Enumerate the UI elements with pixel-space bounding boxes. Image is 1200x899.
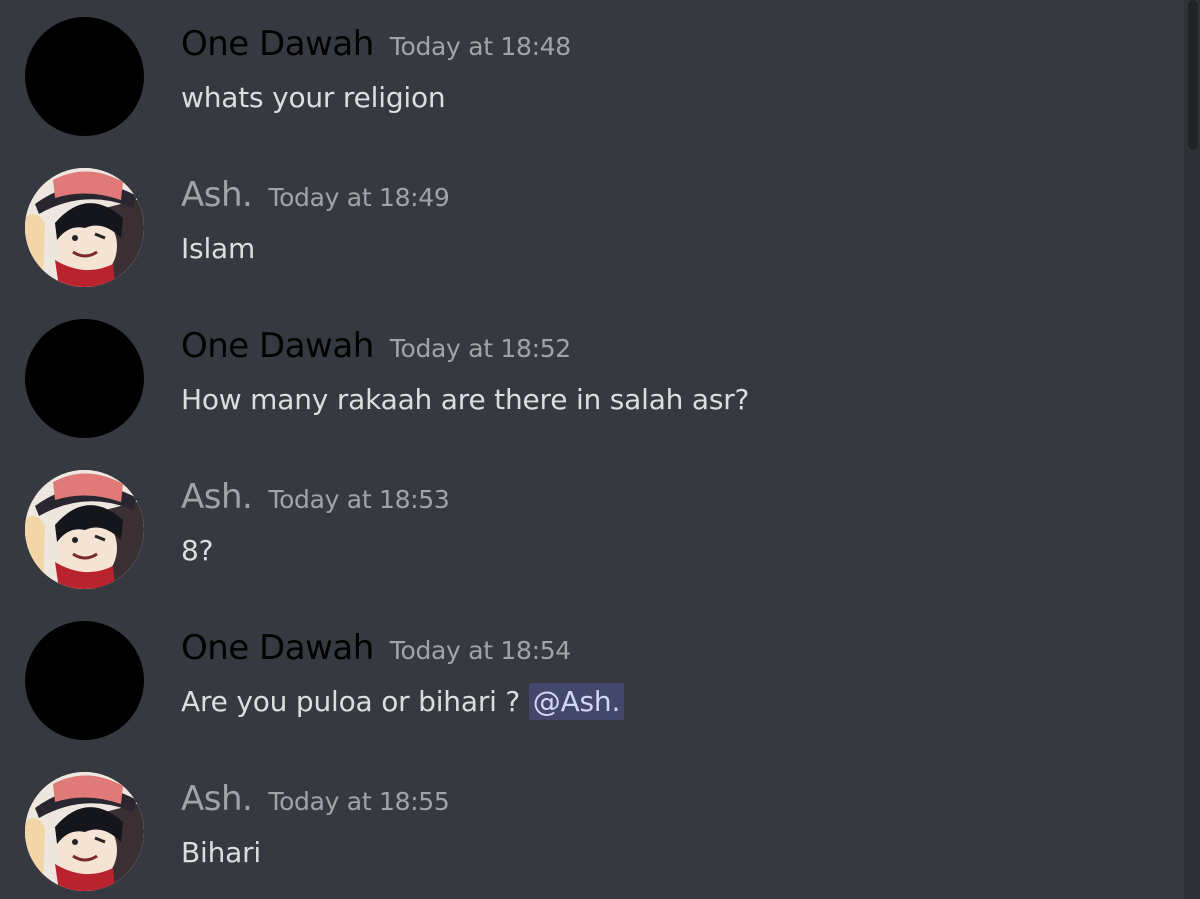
user-mention[interactable]: @Ash. [528, 683, 625, 720]
anime-character-avatar-icon [25, 470, 144, 589]
message-item: One Dawah Today at 18:48 whats your relig… [0, 0, 1180, 140]
user-avatar[interactable] [25, 470, 144, 589]
anime-character-avatar-icon [25, 168, 144, 287]
username[interactable]: One Dawah [181, 326, 374, 366]
message-item: Ash. Today at 18:49 Islam [0, 151, 1180, 291]
user-avatar[interactable] [25, 772, 144, 891]
message-header: Ash. Today at 18:55 [181, 779, 450, 823]
user-avatar[interactable] [25, 168, 144, 287]
timestamp: Today at 18:55 [268, 787, 450, 816]
message-header: One Dawah Today at 18:48 [181, 24, 571, 68]
message-header: One Dawah Today at 18:52 [181, 326, 571, 370]
chat-messages: One Dawah Today at 18:48 whats your relig… [0, 0, 1200, 899]
message-item: Ash. Today at 18:55 Bihari [0, 755, 1180, 895]
user-avatar[interactable] [25, 17, 144, 136]
message-text-body: Are you puloa or bihari ? [181, 685, 521, 718]
message-item: Ash. Today at 18:53 8? [0, 453, 1180, 593]
user-avatar[interactable] [25, 621, 144, 740]
timestamp: Today at 18:52 [389, 334, 571, 363]
message-header: Ash. Today at 18:53 [181, 477, 450, 521]
username[interactable]: Ash. [181, 477, 253, 517]
timestamp: Today at 18:54 [389, 636, 571, 665]
timestamp: Today at 18:53 [268, 485, 450, 514]
timestamp: Today at 18:49 [268, 183, 450, 212]
username[interactable]: One Dawah [181, 24, 374, 64]
message-item: One Dawah Today at 18:52 How many rakaah … [0, 302, 1180, 442]
username[interactable]: One Dawah [181, 628, 374, 668]
message-text: How many rakaah are there in salah asr? [181, 383, 750, 416]
message-text: 8? [181, 534, 214, 567]
message-text: whats your religion [181, 81, 446, 114]
scrollbar[interactable] [1184, 0, 1200, 899]
username[interactable]: Ash. [181, 175, 253, 215]
anime-character-avatar-icon [25, 772, 144, 891]
message-header: One Dawah Today at 18:54 [181, 628, 571, 672]
message-item: One Dawah Today at 18:54 Are you puloa or… [0, 604, 1180, 744]
timestamp: Today at 18:48 [389, 32, 571, 61]
username[interactable]: Ash. [181, 779, 253, 819]
message-text: Bihari [181, 836, 261, 869]
message-text: Are you puloa or bihari ? @Ash. [181, 683, 625, 720]
scrollbar-thumb[interactable] [1188, 0, 1198, 150]
message-text: Islam [181, 232, 256, 265]
user-avatar[interactable] [25, 319, 144, 438]
message-header: Ash. Today at 18:49 [181, 175, 450, 219]
